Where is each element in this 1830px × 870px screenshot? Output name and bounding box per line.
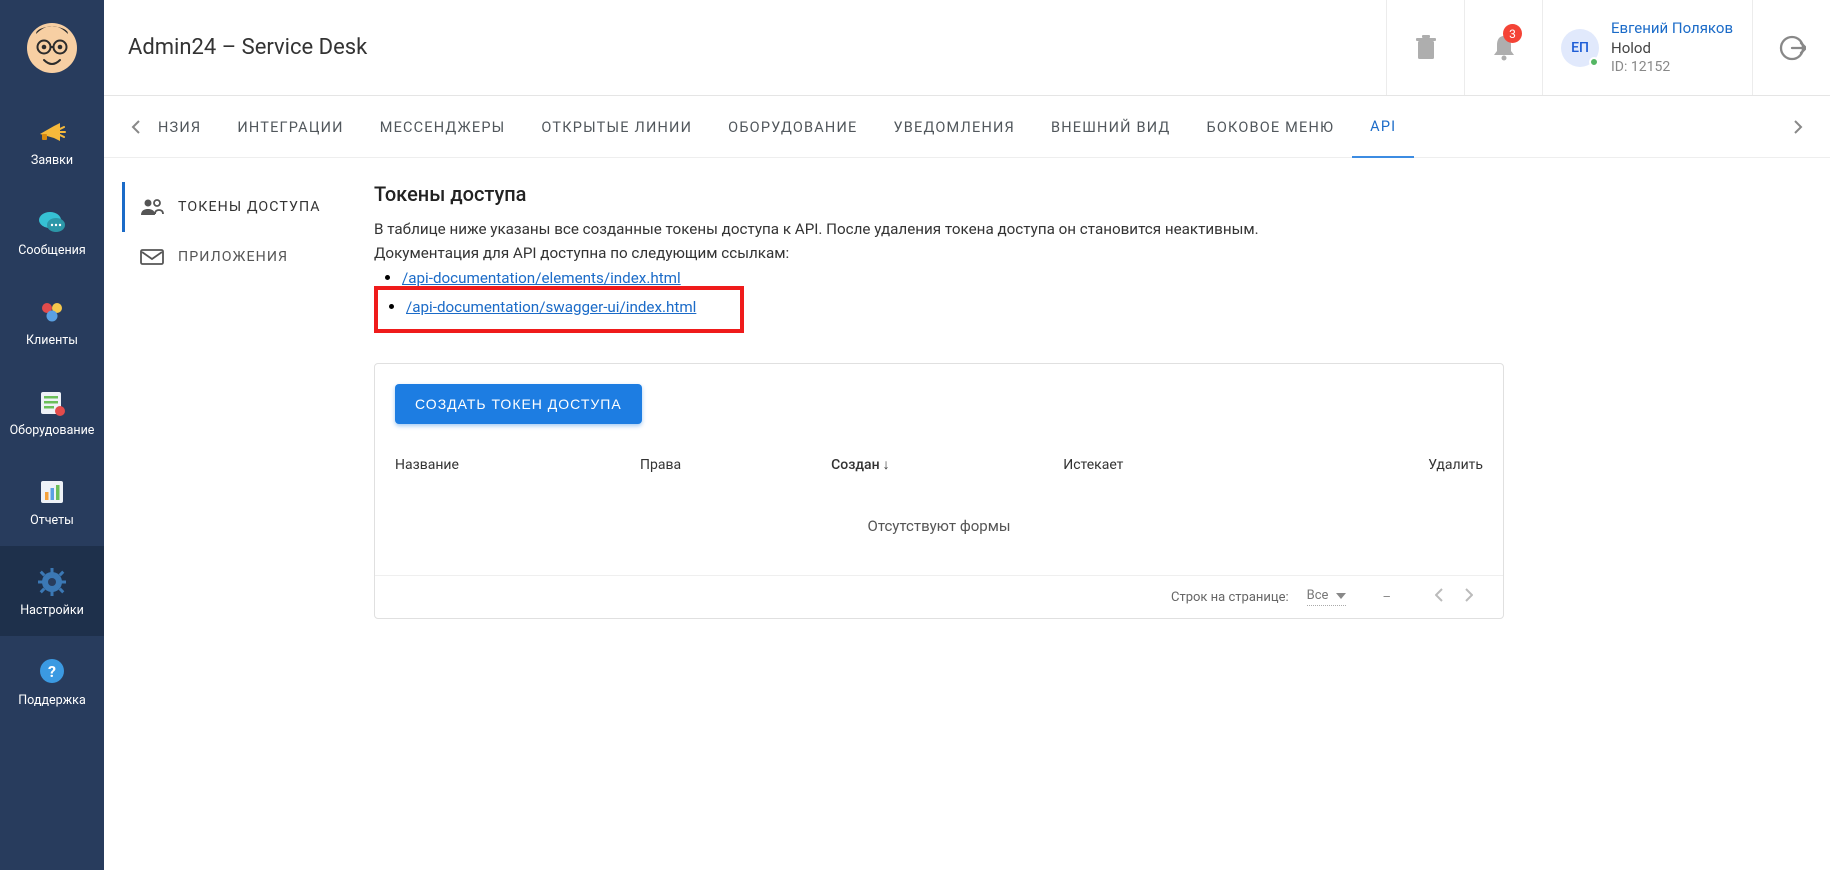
tab-equipment[interactable]: ОБОРУДОВАНИЕ	[710, 96, 875, 158]
account-name: Евгений Поляков	[1611, 18, 1733, 38]
topbar: Admin24 – Service Desk 3 ЕП Евгений Поля…	[104, 0, 1830, 96]
col-name[interactable]: Название	[375, 442, 620, 487]
page-range: –	[1382, 590, 1391, 605]
chevron-right-icon	[1793, 119, 1803, 135]
sidebar-item-messages[interactable]: Сообщения	[0, 186, 104, 276]
sidebar-item-requests[interactable]: Заявки	[0, 96, 104, 186]
section-title: Токены доступа	[374, 182, 1504, 206]
notif-badge: 3	[1503, 24, 1522, 43]
equipment-icon	[35, 385, 69, 419]
chat-icon	[35, 205, 69, 239]
tab-side-menu[interactable]: БОКОВОЕ МЕНЮ	[1189, 96, 1353, 158]
sidebar-item-label: Поддержка	[18, 695, 86, 708]
mail-icon	[140, 248, 164, 266]
trash-icon	[1415, 35, 1437, 61]
next-page-button[interactable]	[1454, 588, 1483, 606]
sidebar-item-reports[interactable]: Отчеты	[0, 456, 104, 546]
account-avatar: ЕП	[1561, 29, 1599, 67]
notifications-button[interactable]: 3	[1464, 0, 1542, 95]
arrow-down-icon: ↓	[883, 457, 890, 473]
sidebar-item-equipment[interactable]: Оборудование	[0, 366, 104, 456]
tab-partial[interactable]: НЗИЯ	[150, 96, 219, 158]
tokens-card: СОЗДАТЬ ТОКЕН ДОСТУПА Название Права Соз…	[374, 363, 1504, 619]
tabs-row: НЗИЯ ИНТЕГРАЦИИ МЕССЕНДЖЕРЫ ОТКРЫТЫЕ ЛИН…	[104, 96, 1830, 158]
chevron-left-icon	[1435, 588, 1444, 602]
sidebar-item-settings[interactable]: Настройки	[0, 546, 104, 636]
tab-open-lines[interactable]: ОТКРЫТЫЕ ЛИНИИ	[523, 96, 710, 158]
tab-messengers[interactable]: МЕССЕНДЖЕРЫ	[362, 96, 524, 158]
sidebar: Заявки Сообщения Клиенты Оборудование От	[0, 0, 104, 870]
help-icon: ?	[35, 655, 69, 689]
sidebar-item-label: Отчеты	[30, 515, 74, 528]
col-delete[interactable]: Удалить	[1279, 442, 1503, 487]
tokens-table: Название Права Создан↓ Истекает Удалить …	[375, 442, 1503, 575]
sidebar-item-clients[interactable]: Клиенты	[0, 276, 104, 366]
tabs-prev-button[interactable]	[122, 96, 150, 158]
group-icon	[140, 198, 164, 216]
megaphone-icon	[35, 115, 69, 149]
account-org: Holod	[1611, 38, 1733, 58]
prev-page-button[interactable]	[1425, 588, 1454, 606]
status-online-icon	[1589, 57, 1599, 67]
account-id: ID: 12152	[1611, 58, 1733, 77]
avatar-icon	[26, 22, 78, 74]
tab-notifications[interactable]: УВЕДОМЛЕНИЯ	[875, 96, 1033, 158]
rows-per-page-select[interactable]: Все	[1307, 588, 1347, 606]
logout-button[interactable]	[1752, 0, 1830, 95]
rows-per-page-label: Строк на странице:	[1171, 590, 1289, 605]
tab-integrations[interactable]: ИНТЕГРАЦИИ	[219, 96, 361, 158]
chevron-right-icon	[1464, 588, 1473, 602]
logout-icon	[1778, 34, 1806, 62]
section-desc-1: В таблице ниже указаны все созданные ток…	[374, 218, 1504, 242]
sidebar-item-label: Заявки	[31, 155, 73, 168]
doc-link-swagger[interactable]: /api-documentation/swagger-ui/index.html	[406, 298, 696, 316]
chevron-left-icon	[131, 119, 141, 135]
sub-nav: ТОКЕНЫ ДОСТУПА ПРИЛОЖЕНИЯ	[104, 182, 374, 619]
clients-icon	[35, 295, 69, 329]
sidebar-item-support[interactable]: ? Поддержка	[0, 636, 104, 726]
tabs-next-button[interactable]	[1784, 96, 1812, 158]
sidebar-item-label: Клиенты	[26, 335, 78, 348]
doc-links-list: /api-documentation/elements/index.html	[374, 268, 1504, 287]
reports-icon	[35, 475, 69, 509]
caret-down-icon	[1336, 593, 1346, 599]
highlight-box: /api-documentation/swagger-ui/index.html	[374, 286, 744, 333]
sidebar-item-label: Оборудование	[10, 425, 95, 438]
tab-appearance[interactable]: ВНЕШНИЙ ВИД	[1033, 96, 1189, 158]
subnav-label: ТОКЕНЫ ДОСТУПА	[178, 199, 321, 215]
tab-api[interactable]: API	[1352, 96, 1414, 158]
table-empty: Отсутствуют формы	[375, 487, 1503, 575]
section-desc-2: Документация для API доступна по следующ…	[374, 242, 1504, 266]
subnav-tokens[interactable]: ТОКЕНЫ ДОСТУПА	[122, 182, 374, 232]
svg-text:?: ?	[48, 662, 56, 681]
page-title: Admin24 – Service Desk	[104, 35, 1386, 60]
col-created[interactable]: Создан↓	[811, 442, 1043, 487]
sidebar-item-label: Настройки	[20, 605, 84, 618]
account-menu[interactable]: ЕП Евгений Поляков Holod ID: 12152	[1542, 0, 1752, 95]
doc-link-elements[interactable]: /api-documentation/elements/index.html	[402, 269, 681, 287]
col-expires[interactable]: Истекает	[1043, 442, 1279, 487]
sidebar-item-label: Сообщения	[18, 245, 86, 258]
subnav-label: ПРИЛОЖЕНИЯ	[178, 249, 288, 265]
user-avatar[interactable]	[0, 0, 104, 96]
subnav-apps[interactable]: ПРИЛОЖЕНИЯ	[122, 232, 374, 282]
gear-icon	[35, 565, 69, 599]
trash-button[interactable]	[1386, 0, 1464, 95]
create-token-button[interactable]: СОЗДАТЬ ТОКЕН ДОСТУПА	[395, 384, 642, 424]
table-footer: Строк на странице: Все –	[375, 575, 1503, 618]
col-rights[interactable]: Права	[620, 442, 811, 487]
